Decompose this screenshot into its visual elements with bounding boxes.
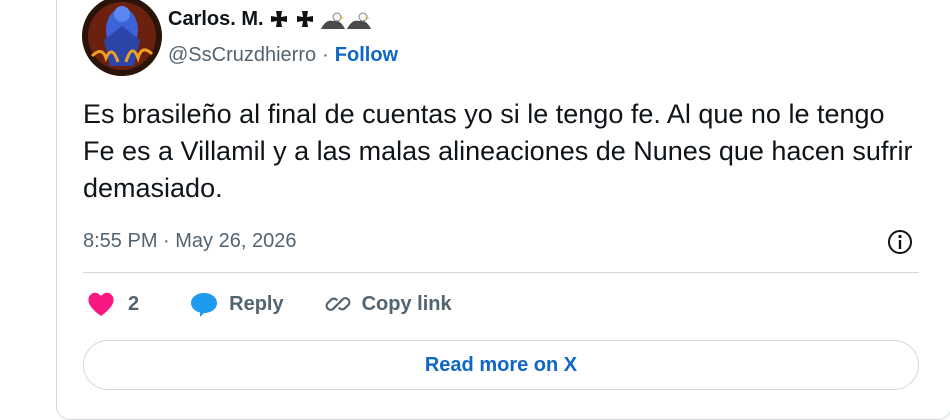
eagle-icon	[346, 9, 371, 31]
reply-label: Reply	[229, 292, 284, 315]
tweet-timestamp[interactable]: 8:55 PM · May 26, 2026	[83, 230, 296, 253]
cross-icon	[268, 9, 290, 31]
link-icon	[325, 297, 351, 311]
info-icon[interactable]	[886, 228, 914, 256]
like-button[interactable]: 2	[86, 290, 139, 318]
copy-link-button[interactable]: Copy link	[324, 290, 452, 318]
read-more-button[interactable]: Read more on X	[83, 340, 919, 390]
separator: ·	[322, 44, 329, 66]
author-name[interactable]: Carlos. M.	[168, 8, 264, 31]
reply-button[interactable]: Reply	[189, 290, 284, 318]
author-handle[interactable]: @SsCruzdhierro	[168, 44, 316, 67]
handle-row: @SsCruzdhierro · Follow	[168, 44, 398, 67]
cross-icon	[294, 9, 316, 31]
divider	[83, 272, 919, 273]
author-name-row[interactable]: Carlos. M.	[168, 8, 371, 31]
tweet-text: Es brasileño al final de cuentas yo si l…	[83, 99, 913, 203]
like-count: 2	[128, 292, 140, 315]
action-bar: 2 Reply Copy link	[86, 290, 452, 318]
eagle-icon	[320, 9, 345, 31]
heart-icon	[88, 292, 114, 316]
reply-bubble-icon	[191, 293, 218, 317]
follow-button[interactable]: Follow	[335, 44, 398, 67]
copy-link-label: Copy link	[361, 292, 452, 315]
